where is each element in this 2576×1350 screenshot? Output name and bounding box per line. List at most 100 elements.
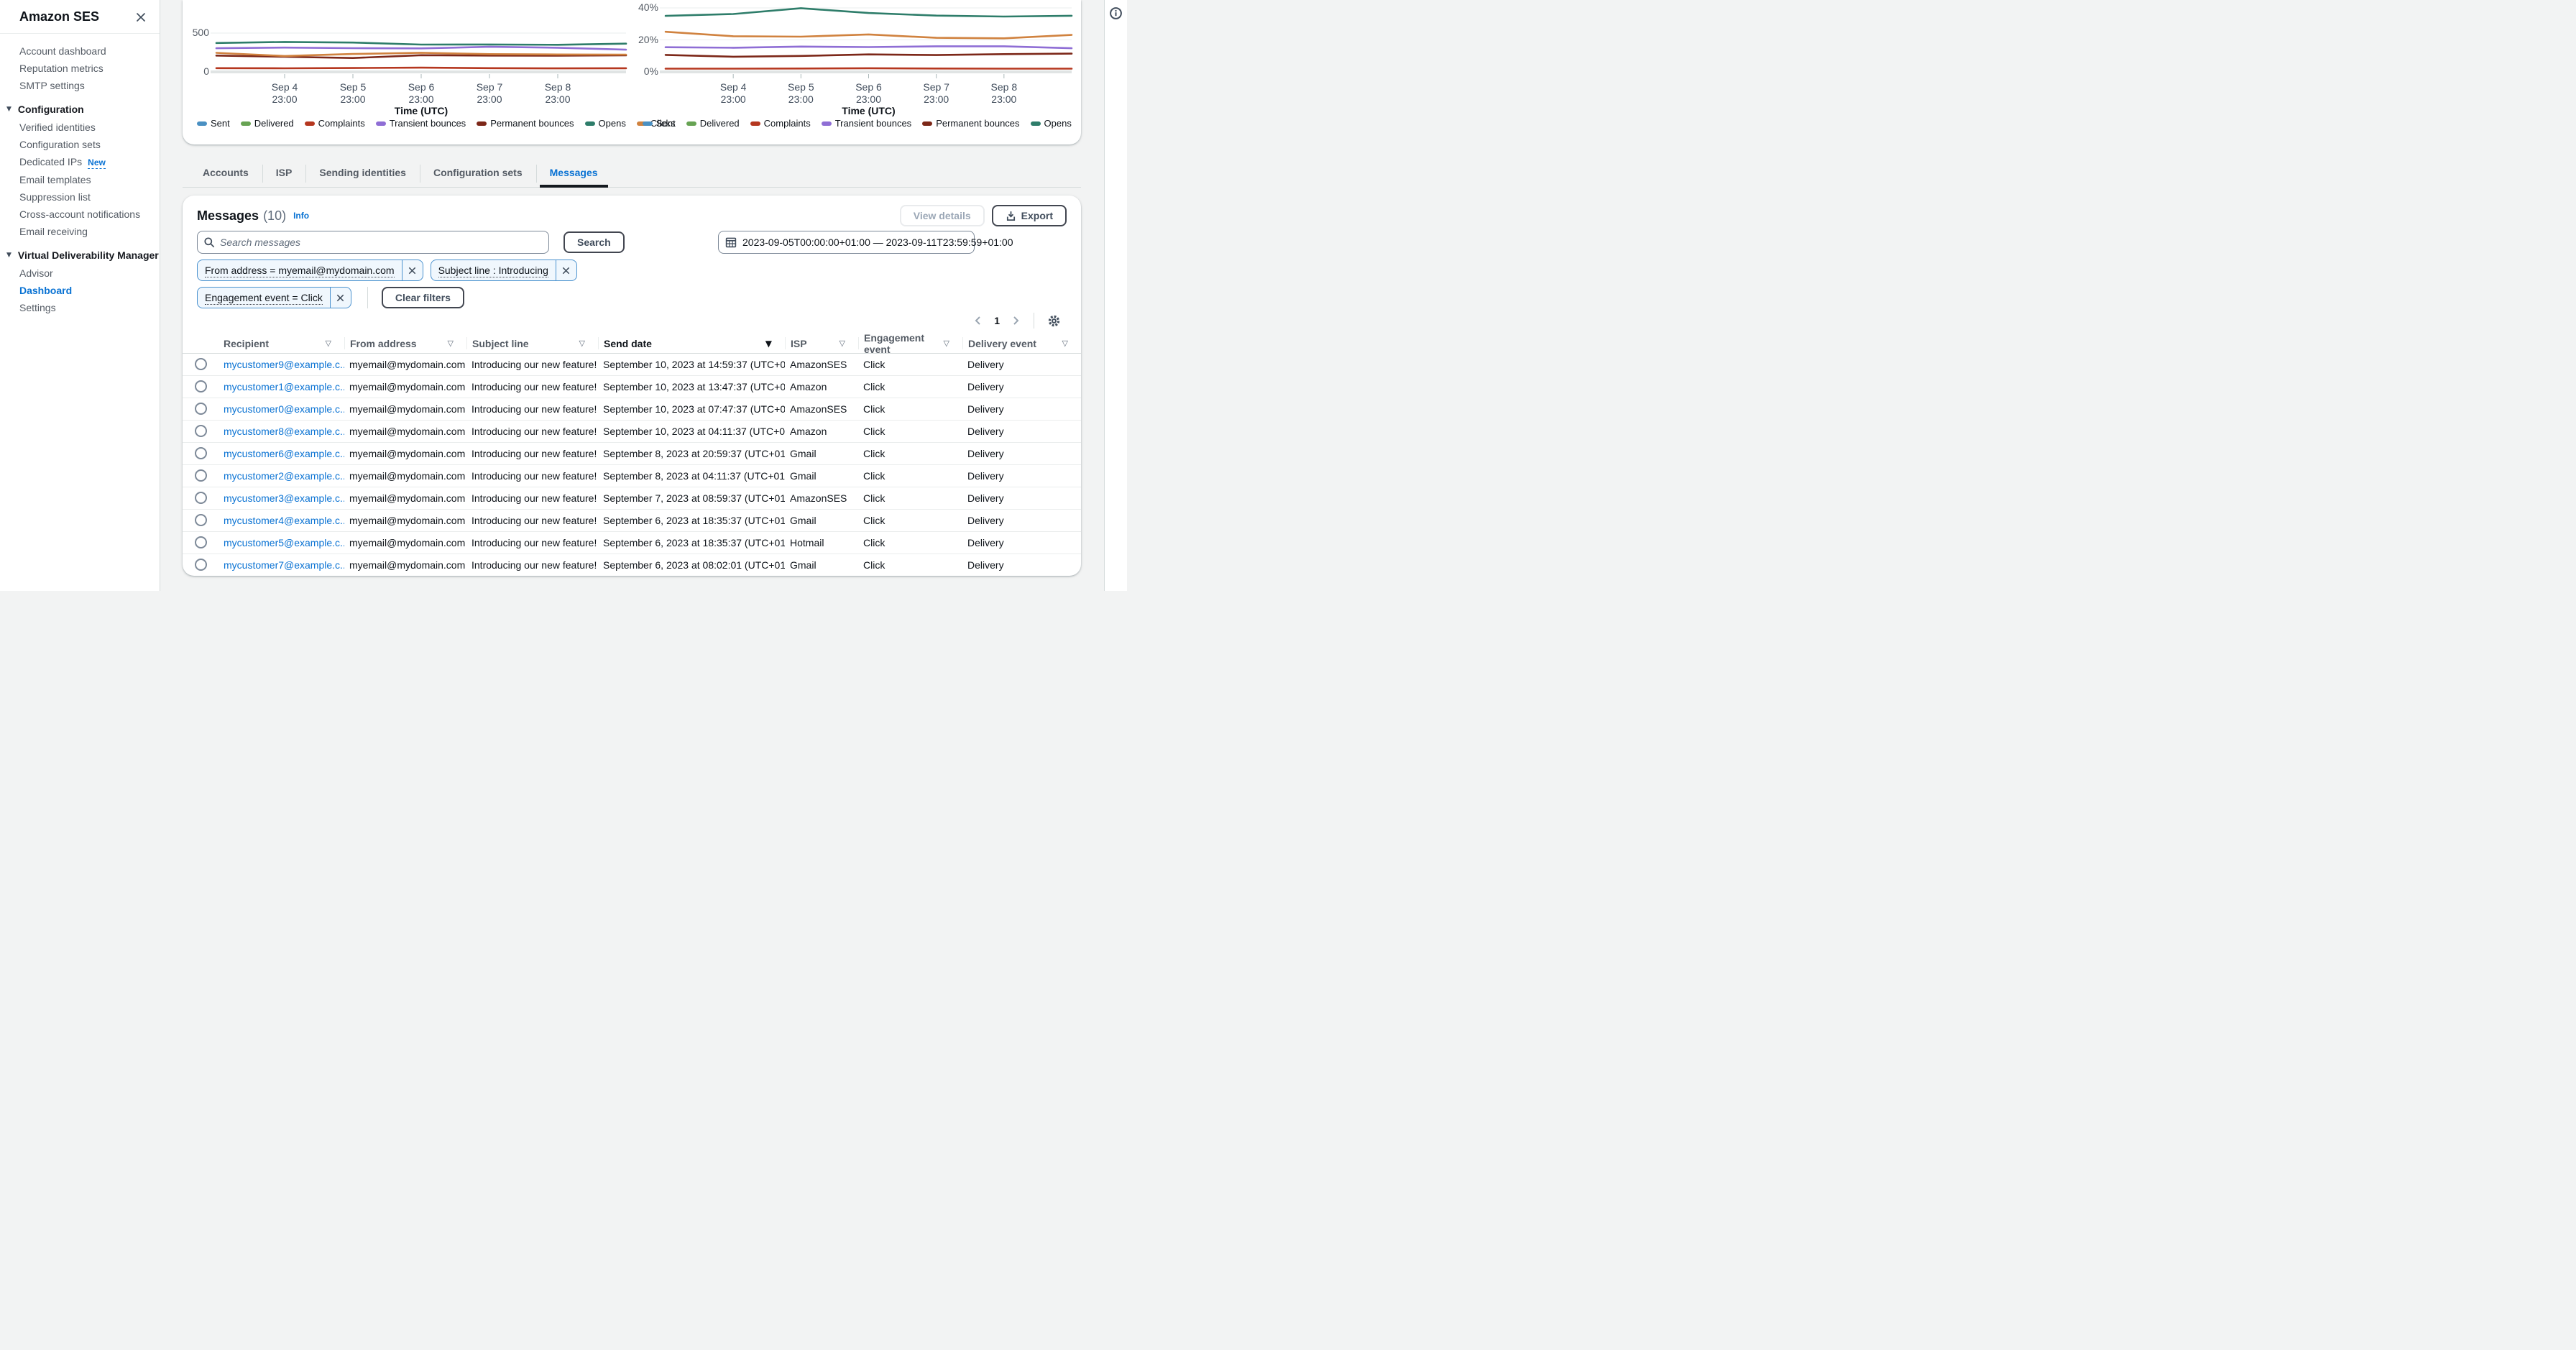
sidebar-item-advisor[interactable]: Advisor [0,265,160,282]
legend-item-permanent-bounces[interactable]: Permanent bounces [922,118,1020,129]
sidebar-item-smtp-settings[interactable]: SMTP settings [0,77,160,94]
tab-isp[interactable]: ISP [262,161,306,187]
column-header-from-address[interactable]: From address ▽ [344,334,466,354]
legend-swatch [304,121,315,126]
row-radio-button[interactable] [194,380,207,392]
date-range-picker[interactable]: 2023-09-05T00:00:00+01:00 — 2023-09-11T2… [718,231,1013,254]
legend-item-sent[interactable]: Sent [643,118,676,129]
sidebar-item-dedicated-ips[interactable]: Dedicated IPs New [0,153,160,171]
y-axis-label: 20% [638,33,658,45]
sidebar-item-email-receiving[interactable]: Email receiving [0,223,160,240]
row-radio-button[interactable] [194,425,207,437]
sidebar-item-cross-account-notifications[interactable]: Cross-account notifications [0,206,160,223]
y-axis-label: 0 [203,65,209,77]
recipient-link[interactable]: mycustomer4@example.c... [218,509,344,531]
row-radio-button[interactable] [194,403,207,415]
current-page[interactable]: 1 [989,315,1005,326]
remove-filter-icon[interactable] [329,288,351,308]
filter-triangle-icon[interactable]: ▽ [448,339,454,347]
sidebar-item-account-dashboard[interactable]: Account dashboard [0,42,160,60]
rate-line-chart: Sent Delivered Complaints Transient bounces… [638,0,1074,144]
sidebar-section-virtual-deliverability-manager[interactable]: ▼ Virtual Deliverability Manager [0,249,160,261]
sidebar-item-verified-identities[interactable]: Verified identities [0,119,160,136]
legend-swatch [477,121,487,126]
remove-filter-icon[interactable] [555,260,576,280]
close-icon[interactable] [134,10,148,24]
search-input[interactable] [197,231,549,254]
isp-cell: Hotmail [790,536,824,548]
sidebar-section-configuration[interactable]: ▼ Configuration [0,104,160,115]
dashboard-tabs: Accounts ISP Sending identities Configurati… [183,161,1081,188]
sidebar-item-dashboard[interactable]: Dashboard [0,282,160,299]
sidebar-item-label: Cross-account notifications [19,208,141,220]
x-axis-label: Sep 4 23:00 [271,81,298,105]
column-header-engagement-event[interactable]: Engagement event ▽ [858,332,962,355]
legend-item-transient-bounces[interactable]: Transient bounces [821,118,911,129]
sidebar-item-suppression-list[interactable]: Suppression list [0,188,160,206]
remove-filter-icon[interactable] [401,260,423,280]
delivery-event-cell: Delivery [967,380,1004,392]
clear-filters-button[interactable]: Clear filters [381,287,464,308]
recipient-link[interactable]: mycustomer7@example.c... [218,554,344,576]
recipient-link[interactable]: mycustomer0@example.c... [218,398,344,420]
row-radio-button[interactable] [194,492,207,504]
column-header-isp[interactable]: ISP ▽ [785,334,858,354]
filter-triangle-icon[interactable]: ▽ [1062,339,1068,347]
legend-item-complaints[interactable]: Complaints [304,118,365,129]
legend-item-opens[interactable]: Opens [1030,118,1072,129]
sidebar-item-settings[interactable]: Settings [0,299,160,316]
new-badge: New [88,157,106,169]
view-details-button[interactable]: View details [899,205,985,226]
sort-descending-icon[interactable]: ▼ [765,339,772,348]
recipient-link[interactable]: mycustomer1@example.c... [218,375,344,398]
legend-item-opens[interactable]: Opens [584,118,626,129]
sidebar-item-email-templates[interactable]: Email templates [0,171,160,188]
legend-item-complaints[interactable]: Complaints [750,118,811,129]
legend-item-transient-bounces[interactable]: Transient bounces [375,118,466,129]
chevron-down-icon: ▼ [6,106,12,113]
tab-messages[interactable]: Messages [535,161,612,188]
filter-chip-from-address: From address = myemail@mydomain.com [197,260,423,281]
row-radio-button[interactable] [194,514,207,526]
next-page-button[interactable] [1007,313,1025,328]
legend-item-delivered[interactable]: Delivered [686,118,740,129]
row-radio-button[interactable] [194,447,207,459]
export-button[interactable]: Export [991,205,1067,226]
gear-icon[interactable] [1043,313,1065,329]
recipient-link[interactable]: mycustomer6@example.c... [218,442,344,464]
filter-triangle-icon[interactable]: ▽ [579,339,585,347]
recipient-link[interactable]: mycustomer2@example.c... [218,464,344,487]
previous-page-button[interactable] [969,313,987,328]
sidebar-item-configuration-sets[interactable]: Configuration sets [0,136,160,153]
x-axis-title: Time (UTC) [842,105,896,116]
recipient-link[interactable]: mycustomer3@example.c... [218,487,344,509]
legend-item-sent[interactable]: Sent [197,118,230,129]
legend-item-delivered[interactable]: Delivered [240,118,294,129]
filter-triangle-icon[interactable]: ▽ [326,339,331,347]
tab-sending-identities[interactable]: Sending identities [305,161,420,187]
row-radio-button[interactable] [194,536,207,548]
row-radio-button[interactable] [194,559,207,571]
column-header-recipient[interactable]: Recipient ▽ [218,334,344,354]
tab-configuration-sets[interactable]: Configuration sets [419,161,536,187]
info-link[interactable]: Info [293,211,309,221]
column-header-send-date[interactable]: Send date ▼ [598,334,785,354]
recipient-link[interactable]: mycustomer9@example.c... [218,353,344,375]
filter-triangle-icon[interactable]: ▽ [944,339,949,347]
tab-accounts[interactable]: Accounts [189,161,262,187]
table-row: mycustomer1@example.c... myemail@mydomain… [183,375,1081,398]
column-label: Send date [604,337,652,349]
sidebar-item-reputation-metrics[interactable]: Reputation metrics [0,60,160,77]
info-icon[interactable] [1109,6,1123,20]
recipient-link[interactable]: mycustomer5@example.c... [218,531,344,554]
column-header-subject-line[interactable]: Subject line ▽ [466,334,598,354]
row-radio-button[interactable] [194,469,207,482]
recipient-link[interactable]: mycustomer8@example.c... [218,420,344,442]
filter-triangle-icon[interactable]: ▽ [840,339,845,347]
side-nav-list: Account dashboard Reputation metrics SMTP … [0,34,160,316]
from-address-cell: myemail@mydomain.com [349,380,466,392]
search-button[interactable]: Search [564,231,625,253]
row-radio-button[interactable] [194,358,207,370]
legend-item-permanent-bounces[interactable]: Permanent bounces [477,118,574,129]
column-header-delivery-event[interactable]: Delivery event ▽ [962,334,1081,354]
